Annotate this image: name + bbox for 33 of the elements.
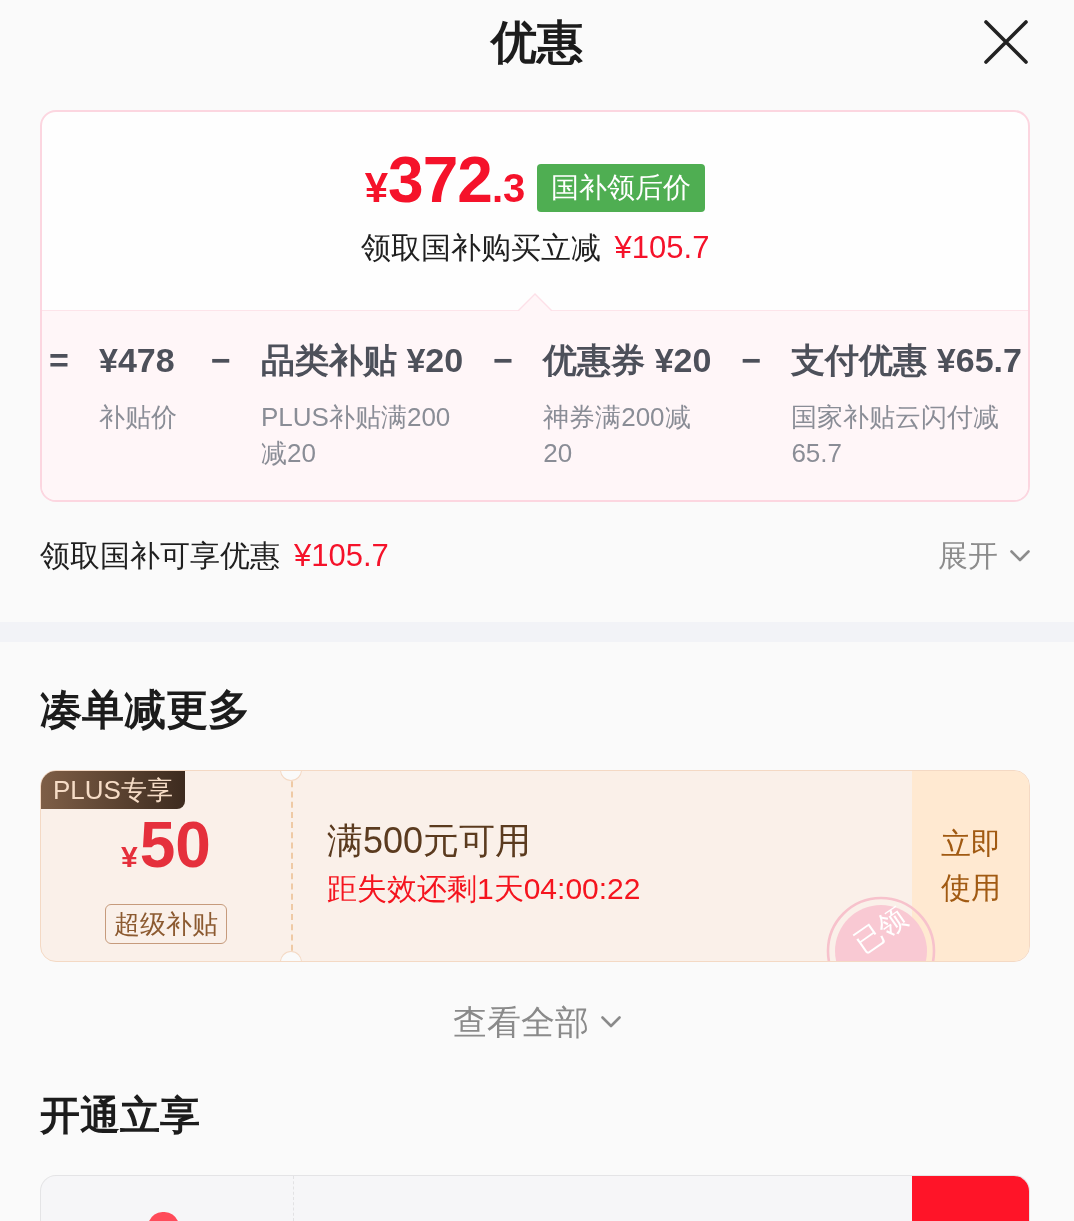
price-badge: 国补领后价: [537, 164, 706, 212]
breakdown-label: 补贴价: [99, 401, 178, 434]
operator-sign: =: [48, 340, 70, 381]
coupon-countdown: 距失效还剩1天04:00:22: [327, 871, 641, 907]
close-button[interactable]: [984, 20, 1028, 64]
close-icon: [984, 20, 1028, 64]
subtitle-text: 领取国补购买立减: [360, 230, 601, 266]
breakdown-label: 神券满200减20: [543, 401, 692, 470]
use-now-button[interactable]: 立即使用: [912, 771, 1029, 961]
coupon-amount: ¥50: [121, 809, 211, 883]
chevron-down-icon: [1010, 550, 1030, 562]
page-title: 优惠: [491, 15, 583, 70]
coupon-badge: 超级补贴: [105, 904, 227, 944]
discount-amount: ¥105.7: [614, 229, 710, 267]
final-price: ¥372.3: [364, 149, 526, 218]
breakdown-label: 国家补贴云闪付减65.7: [791, 401, 1001, 470]
chevron-down-icon: [601, 1016, 621, 1028]
coupon-tag: PLUS专享: [41, 771, 185, 809]
operator-sign: −: [740, 340, 763, 381]
summary-amount: ¥105.7: [294, 537, 389, 574]
summary-text: 领取国补可享优惠: [40, 537, 280, 574]
view-all-button[interactable]: 查看全部: [453, 1000, 621, 1044]
breakdown-value: 品类补贴 ¥20: [261, 340, 464, 381]
operator-sign: −: [492, 340, 515, 381]
section-title: 凑单减更多: [40, 685, 250, 735]
breakdown-value: 优惠券 ¥20: [543, 340, 712, 381]
expand-toggle[interactable]: 展开: [938, 536, 1030, 576]
breakdown-value: ¥478: [99, 340, 176, 381]
breakdown-label: PLUS补贴满200减20: [261, 401, 452, 470]
operator-sign: −: [210, 340, 232, 381]
section-title: 开通立享: [40, 1092, 200, 1139]
coupon-condition: 满500元可用: [327, 819, 532, 863]
breakdown-value: 支付优惠 ¥65.7: [791, 340, 1022, 381]
